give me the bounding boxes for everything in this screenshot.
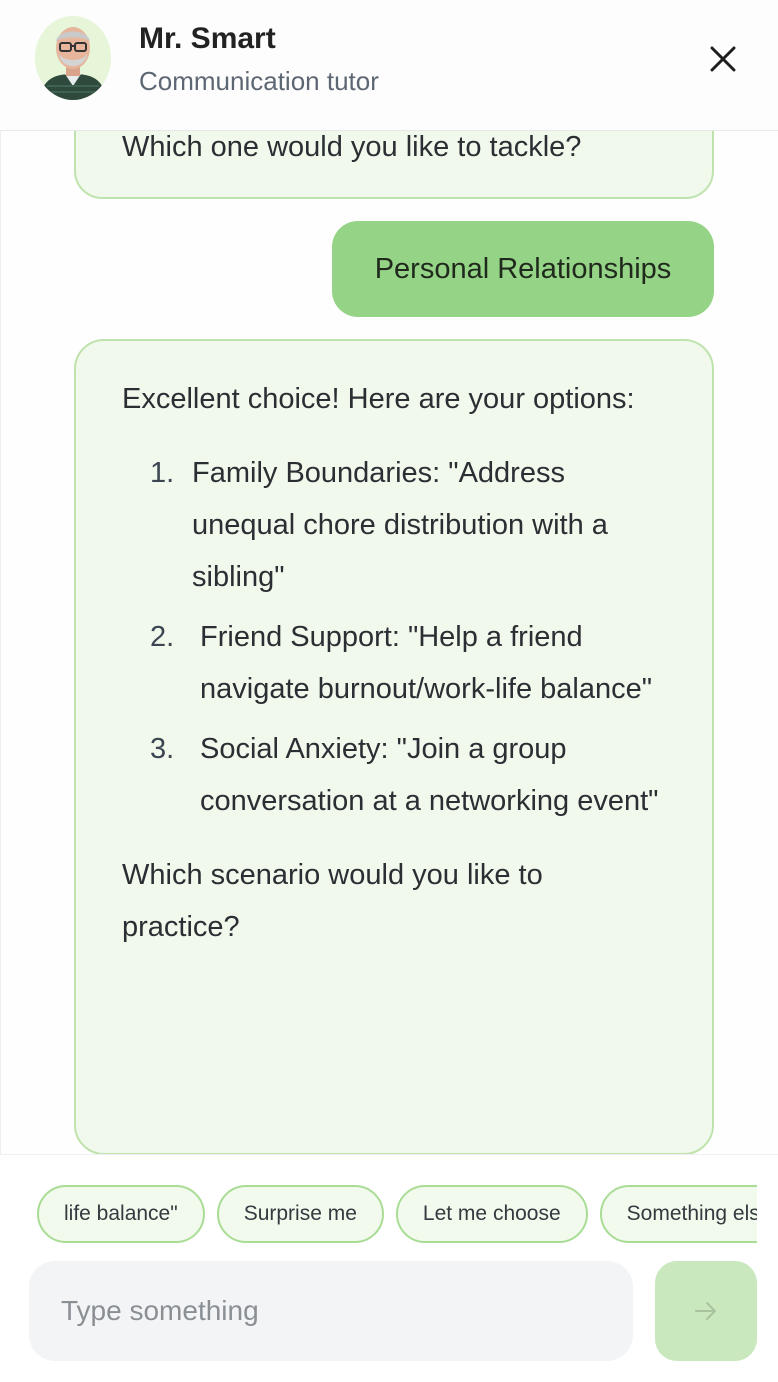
list-item: 2. Friend Support: "Help a friend naviga… bbox=[122, 611, 666, 715]
composer-area: life balance" Surprise me Let me choose Som… bbox=[0, 1154, 778, 1382]
list-item: 1. Family Boundaries: "Address unequal c… bbox=[122, 447, 666, 603]
options-list: 1. Family Boundaries: "Address unequal c… bbox=[122, 447, 666, 827]
suggestion-chip[interactable]: life balance" bbox=[37, 1185, 205, 1243]
list-item: 3. Social Anxiety: "Join a group convers… bbox=[122, 723, 666, 827]
bot-message: Which one would you like to tackle? bbox=[74, 131, 714, 199]
list-item-text: Family Boundaries: "Address unequal chor… bbox=[192, 457, 608, 593]
avatar bbox=[35, 16, 111, 100]
list-item-text: Social Anxiety: "Join a group conversati… bbox=[200, 733, 659, 817]
chat-thread[interactable]: Which one would you like to tackle? Pers… bbox=[0, 131, 778, 1154]
suggestion-chip[interactable]: Let me choose bbox=[395, 1185, 588, 1243]
tutor-role: Communication tutor bbox=[139, 66, 379, 96]
user-message-text: Personal Relationships bbox=[374, 252, 672, 285]
bot-message-text: Which one would you like to tackle? bbox=[122, 131, 582, 163]
list-item-number: 1. bbox=[150, 457, 175, 489]
user-message: Personal Relationships bbox=[332, 221, 714, 317]
suggestion-chips: life balance" Surprise me Let me choose Som… bbox=[37, 1185, 757, 1243]
close-icon bbox=[710, 46, 736, 72]
list-item-number: 3. bbox=[150, 733, 175, 765]
list-item-text: Friend Support: "Help a friend navigate … bbox=[200, 621, 653, 705]
suggestion-chip[interactable]: Something else bbox=[599, 1185, 757, 1243]
message-input[interactable] bbox=[29, 1261, 633, 1361]
bot-message: Excellent choice! Here are your options:… bbox=[74, 339, 714, 1154]
close-button[interactable] bbox=[700, 36, 746, 82]
send-button[interactable] bbox=[655, 1261, 757, 1361]
bot-intro-text: Excellent choice! Here are your options: bbox=[122, 383, 635, 415]
tutor-name: Mr. Smart bbox=[139, 22, 276, 55]
arrow-right-icon bbox=[695, 1302, 716, 1320]
list-item-number: 2. bbox=[150, 621, 175, 653]
suggestion-chip[interactable]: Surprise me bbox=[216, 1185, 384, 1243]
chat-header: Mr. Smart Communication tutor bbox=[0, 0, 778, 131]
bot-question-text: Which scenario would you like to practic… bbox=[122, 859, 543, 943]
